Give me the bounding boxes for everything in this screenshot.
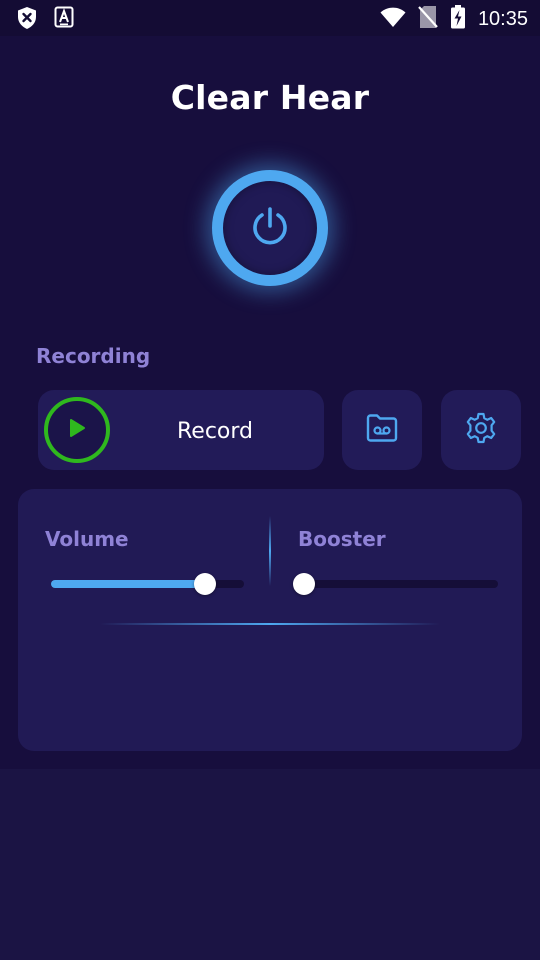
power-icon xyxy=(248,204,292,253)
shield-x-icon xyxy=(16,6,38,35)
volume-label: Volume xyxy=(45,527,129,551)
panel-divider xyxy=(269,516,271,586)
gear-icon xyxy=(464,411,498,450)
no-sim-icon xyxy=(418,5,438,34)
wifi-icon xyxy=(380,6,406,33)
recordings-button[interactable] xyxy=(342,390,422,470)
panel-glow-divider xyxy=(100,623,440,625)
voicemail-folder-icon xyxy=(365,412,399,449)
volume-slider-fill xyxy=(51,580,206,588)
booster-slider-track[interactable] xyxy=(304,580,498,588)
power-button[interactable] xyxy=(212,170,328,286)
recording-section-label: Recording xyxy=(36,344,151,368)
battery-charging-icon xyxy=(450,5,466,34)
accessibility-a-icon xyxy=(54,6,74,35)
booster-label: Booster xyxy=(298,527,386,551)
status-bar: 10:35 xyxy=(0,0,540,36)
settings-button[interactable] xyxy=(441,390,521,470)
app-title: Clear Hear xyxy=(170,78,370,117)
status-time: 10:35 xyxy=(477,8,528,30)
play-button[interactable] xyxy=(44,397,110,463)
record-label: Record xyxy=(176,419,253,444)
play-icon xyxy=(67,417,87,444)
booster-slider-thumb[interactable] xyxy=(293,573,315,595)
